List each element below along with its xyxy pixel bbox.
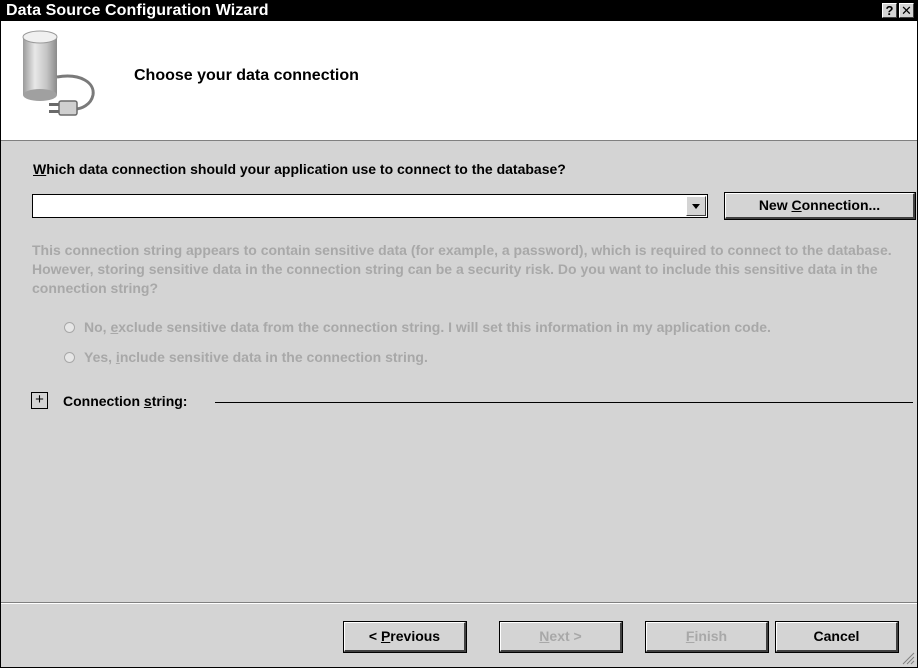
footer-separator-highlight: [1, 603, 917, 604]
radio-button-icon[interactable]: [64, 322, 75, 333]
radio-exclude-sensitive[interactable]: No, exclude sensitive data from the conn…: [64, 319, 771, 335]
sensitive-data-description: This connection string appears to contai…: [32, 242, 892, 296]
previous-button[interactable]: < Previous: [343, 621, 467, 653]
title-bar[interactable]: Data Source Configuration Wizard ? ✕: [1, 1, 917, 21]
radio-include-sensitive[interactable]: Yes, include sensitive data in the conne…: [64, 349, 428, 365]
connection-string-label: Connection string:: [63, 393, 188, 409]
window-title: Data Source Configuration Wizard: [6, 2, 269, 19]
database-connection-icon: [22, 30, 95, 116]
close-button[interactable]: ✕: [899, 3, 914, 18]
section-divider: [215, 402, 913, 403]
radio-button-icon[interactable]: [64, 352, 75, 363]
page-title: Choose your data connection: [134, 67, 359, 84]
connection-question: Which data connection should your applic…: [33, 161, 566, 177]
cancel-button[interactable]: Cancel: [775, 621, 899, 653]
wizard-header: Choose your data connection: [1, 21, 917, 141]
resize-grip-icon[interactable]: [901, 651, 915, 665]
connection-dropdown[interactable]: [32, 194, 708, 218]
chevron-down-icon: [692, 204, 700, 209]
expand-connection-string-button[interactable]: +: [31, 392, 48, 409]
finish-button[interactable]: Finish: [645, 621, 769, 653]
next-button[interactable]: Next >: [499, 621, 623, 653]
new-connection-button[interactable]: New Connection...: [724, 192, 916, 220]
dropdown-arrow-button[interactable]: [686, 196, 706, 216]
help-button[interactable]: ?: [882, 3, 897, 18]
wizard-window: Data Source Configuration Wizard ? ✕ Cho…: [0, 0, 918, 668]
